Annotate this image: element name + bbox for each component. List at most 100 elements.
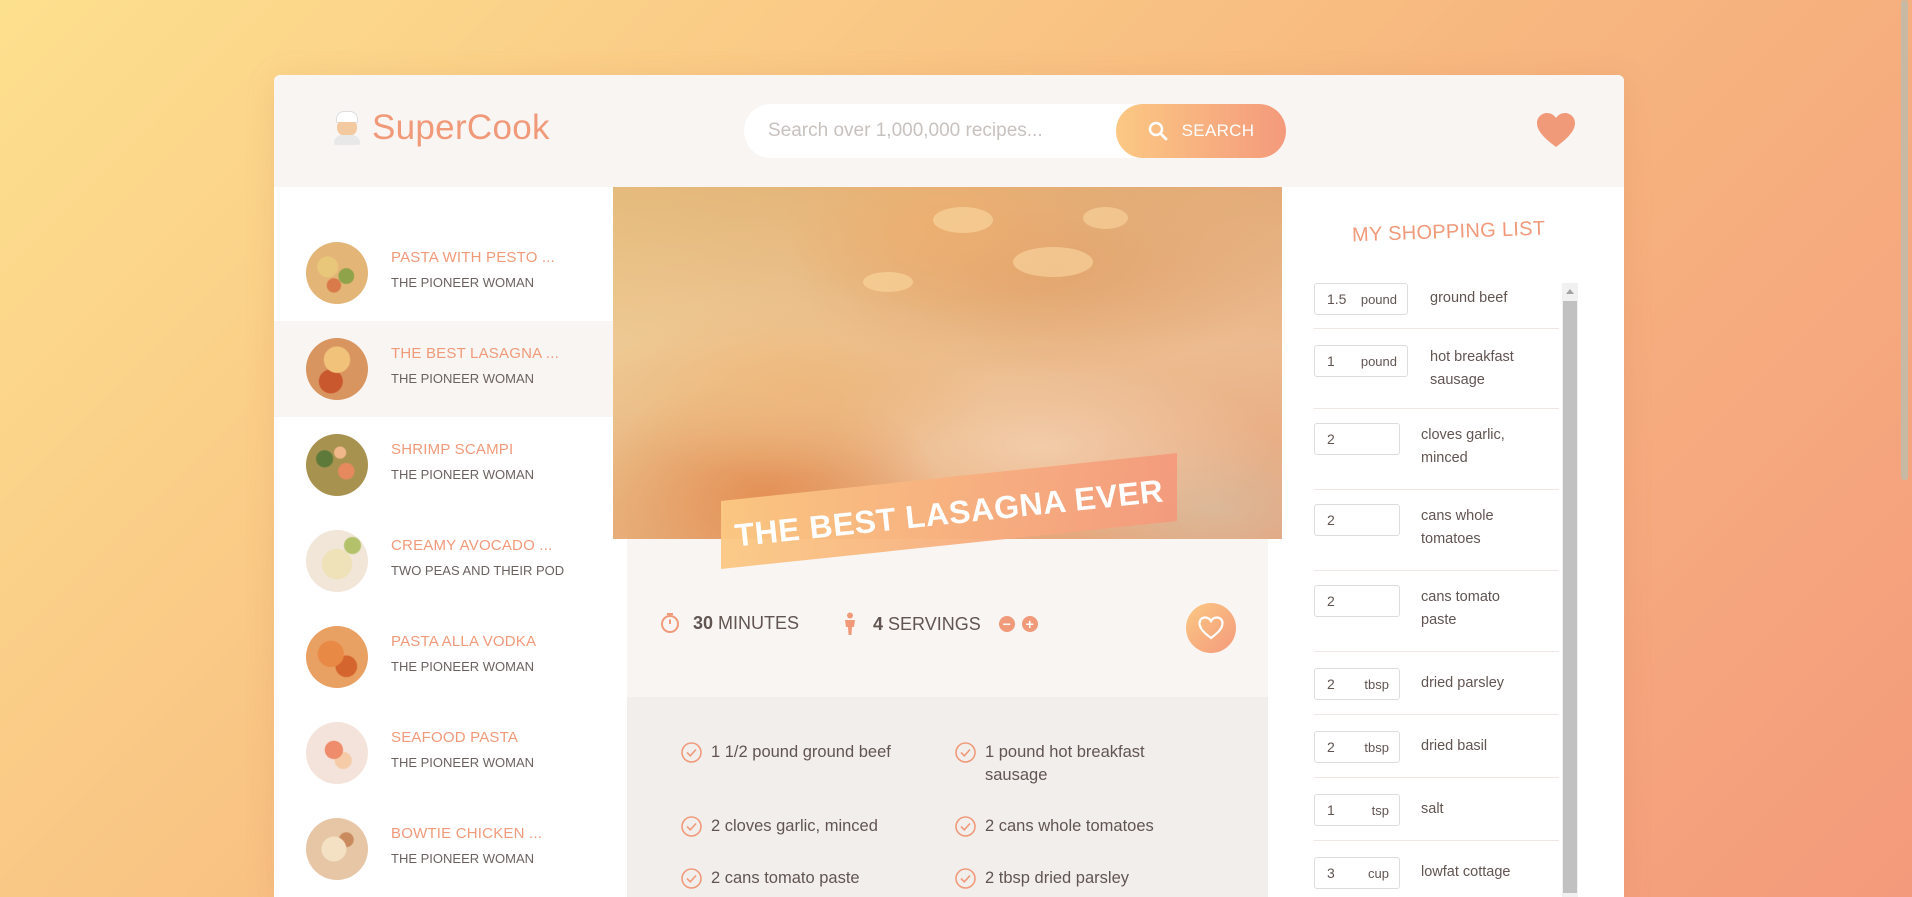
recipe-thumbnail	[306, 626, 368, 688]
scroll-up-arrow-icon[interactable]	[1562, 283, 1578, 299]
item-name: dried basil	[1421, 738, 1488, 754]
recipe-author: THE PIONEER WOMAN	[391, 467, 535, 482]
ingredient-text: 2 cans whole tomatoes	[985, 817, 1154, 835]
ingredient-item: 1 1/2 pound ground beef	[681, 741, 891, 764]
shopping-item: 2 cans tomato paste	[1314, 571, 1559, 652]
quantity-input[interactable]: 2	[1314, 504, 1400, 536]
scrollbar-thumb[interactable]	[1563, 301, 1577, 893]
shopping-item: 2 cloves garlic, minced	[1314, 409, 1559, 490]
decrease-servings-button[interactable]: −	[998, 616, 1015, 632]
check-icon	[681, 742, 702, 763]
recipe-title: PASTA ALLA VODKA	[391, 633, 537, 650]
heart-outline-icon	[1198, 616, 1224, 640]
search-icon	[1148, 121, 1168, 141]
recipe-author: TWO PEAS AND THEIR POD	[391, 563, 565, 578]
shopping-item: 2 tbsp dried basil	[1314, 715, 1559, 778]
list-item[interactable]: PASTA WITH PESTO ... THE PIONEER WOMAN	[274, 225, 613, 321]
item-name: cloves garlic, minced	[1421, 427, 1505, 466]
ingredient-list: 1 1/2 pound ground beef 1 pound hot brea…	[627, 697, 1268, 897]
ingredient-text: 2 cans tomato paste	[711, 869, 860, 887]
list-item[interactable]: CREAMY AVOCADO ... TWO PEAS AND THEIR PO…	[274, 513, 613, 609]
recipe-title: CREAMY AVOCADO ...	[391, 537, 553, 554]
servings-value: 4	[873, 613, 884, 634]
shopping-item: 1 pound hot breakfast sausage	[1314, 329, 1559, 409]
page-scrollbar[interactable]	[1896, 0, 1912, 897]
cook-time: 30 MINUTES	[659, 612, 799, 634]
ingredient-item: 2 cans tomato paste	[681, 867, 891, 890]
quantity-input[interactable]: 2	[1314, 585, 1400, 617]
recipe-title: PASTA WITH PESTO ...	[391, 249, 556, 266]
item-name: cans whole tomatoes	[1421, 508, 1494, 547]
list-item[interactable]: SHRIMP SCAMPI THE PIONEER WOMAN	[274, 417, 613, 513]
quantity-input[interactable]: 2	[1314, 423, 1400, 455]
item-name: hot breakfast sausage	[1430, 349, 1514, 388]
search-input[interactable]	[768, 104, 1108, 158]
shopping-item: 1 tsp salt	[1314, 778, 1559, 841]
shopping-list: 1.5 pound ground beef 1 pound hot breakfas…	[1314, 283, 1582, 897]
recipe-author: THE PIONEER WOMAN	[391, 275, 535, 290]
recipe-author: THE PIONEER WOMAN	[391, 371, 535, 386]
quantity-input[interactable]: 3 cup	[1314, 857, 1400, 889]
page-scrollbar-thumb[interactable]	[1901, 0, 1908, 480]
stopwatch-icon	[661, 613, 679, 633]
cook-time-unit: MINUTES	[718, 612, 800, 633]
item-name: dried parsley	[1421, 675, 1505, 691]
recipe-author: THE PIONEER WOMAN	[391, 851, 535, 866]
search-bar: SEARCH	[744, 104, 1286, 158]
list-item[interactable]: PASTA ALLA VODKA THE PIONEER WOMAN	[274, 609, 613, 705]
ingredient-item: 2 tbsp dried parsley	[955, 867, 1165, 890]
servings: 4 SERVINGS − +	[841, 612, 1038, 636]
item-name: salt	[1421, 801, 1444, 817]
recipe-title: SHRIMP SCAMPI	[391, 441, 514, 458]
header: SuperCook SEARCH	[274, 75, 1624, 187]
shopping-list-title: MY SHOPPING LIST	[1351, 217, 1546, 247]
app-container: SuperCook SEARCH PASTA WITH PESTO ... TH…	[274, 75, 1624, 897]
quantity-input[interactable]: 2 tbsp	[1314, 668, 1400, 700]
item-name: ground beef	[1430, 290, 1508, 306]
ingredient-item: 1 pound hot breakfast sausage	[955, 741, 1165, 787]
ingredient-text: 2 tbsp dried parsley	[985, 869, 1129, 887]
check-icon	[681, 816, 702, 837]
quantity-input[interactable]: 1.5 pound	[1314, 283, 1408, 315]
recipe-thumbnail	[306, 818, 368, 880]
quantity-input[interactable]: 1 tsp	[1314, 794, 1400, 826]
recipe-thumbnail	[306, 722, 368, 784]
logo[interactable]: SuperCook	[330, 108, 550, 148]
heart-icon[interactable]	[1536, 113, 1576, 149]
recipe-thumbnail	[306, 434, 368, 496]
recipe-title: SEAFOOD PASTA	[391, 729, 519, 746]
quantity-input[interactable]: 1 pound	[1314, 345, 1408, 377]
item-name: cans tomato paste	[1421, 589, 1500, 628]
check-icon	[955, 742, 976, 763]
check-icon	[955, 868, 976, 889]
bookmark-button[interactable]	[1186, 603, 1236, 653]
results-list: PASTA WITH PESTO ... THE PIONEER WOMAN T…	[274, 187, 613, 897]
ingredient-item: 2 cans whole tomatoes	[955, 815, 1165, 838]
recipe-author: THE PIONEER WOMAN	[391, 755, 535, 770]
list-item[interactable]: THE BEST LASAGNA ... THE PIONEER WOMAN	[274, 321, 613, 417]
cook-time-value: 30	[693, 612, 714, 633]
search-button-label: SEARCH	[1181, 121, 1255, 140]
shopping-item: 2 tbsp dried parsley	[1314, 652, 1559, 715]
brand-name: SuperCook	[372, 108, 550, 147]
quantity-input[interactable]: 2 tbsp	[1314, 731, 1400, 763]
ingredient-text: 1 1/2 pound ground beef	[711, 743, 891, 761]
increase-servings-button[interactable]: +	[1021, 616, 1038, 632]
item-name: lowfat cottage	[1421, 864, 1511, 880]
recipe-author: THE PIONEER WOMAN	[391, 659, 535, 674]
recipe-thumbnail	[306, 530, 368, 592]
list-item[interactable]: SEAFOOD PASTA THE PIONEER WOMAN	[274, 705, 613, 801]
shopping-item: 3 cup lowfat cottage	[1314, 841, 1559, 897]
shopping-item: 1.5 pound ground beef	[1314, 283, 1559, 329]
shopping-list-scrollbar[interactable]	[1562, 283, 1578, 897]
search-button[interactable]: SEARCH	[1116, 104, 1286, 158]
recipe-title: THE BEST LASAGNA ...	[391, 345, 559, 362]
recipe-thumbnail	[306, 242, 368, 304]
servings-unit: SERVINGS	[888, 613, 981, 634]
shopping-list-panel: MY SHOPPING LIST 1.5 pound ground beef 1p…	[1282, 187, 1624, 897]
check-icon	[955, 816, 976, 837]
list-item[interactable]: BOWTIE CHICKEN ... THE PIONEER WOMAN	[274, 801, 613, 897]
chef-icon	[330, 111, 364, 145]
ingredient-item: 2 cloves garlic, minced	[681, 815, 891, 838]
recipe-thumbnail	[306, 338, 368, 400]
